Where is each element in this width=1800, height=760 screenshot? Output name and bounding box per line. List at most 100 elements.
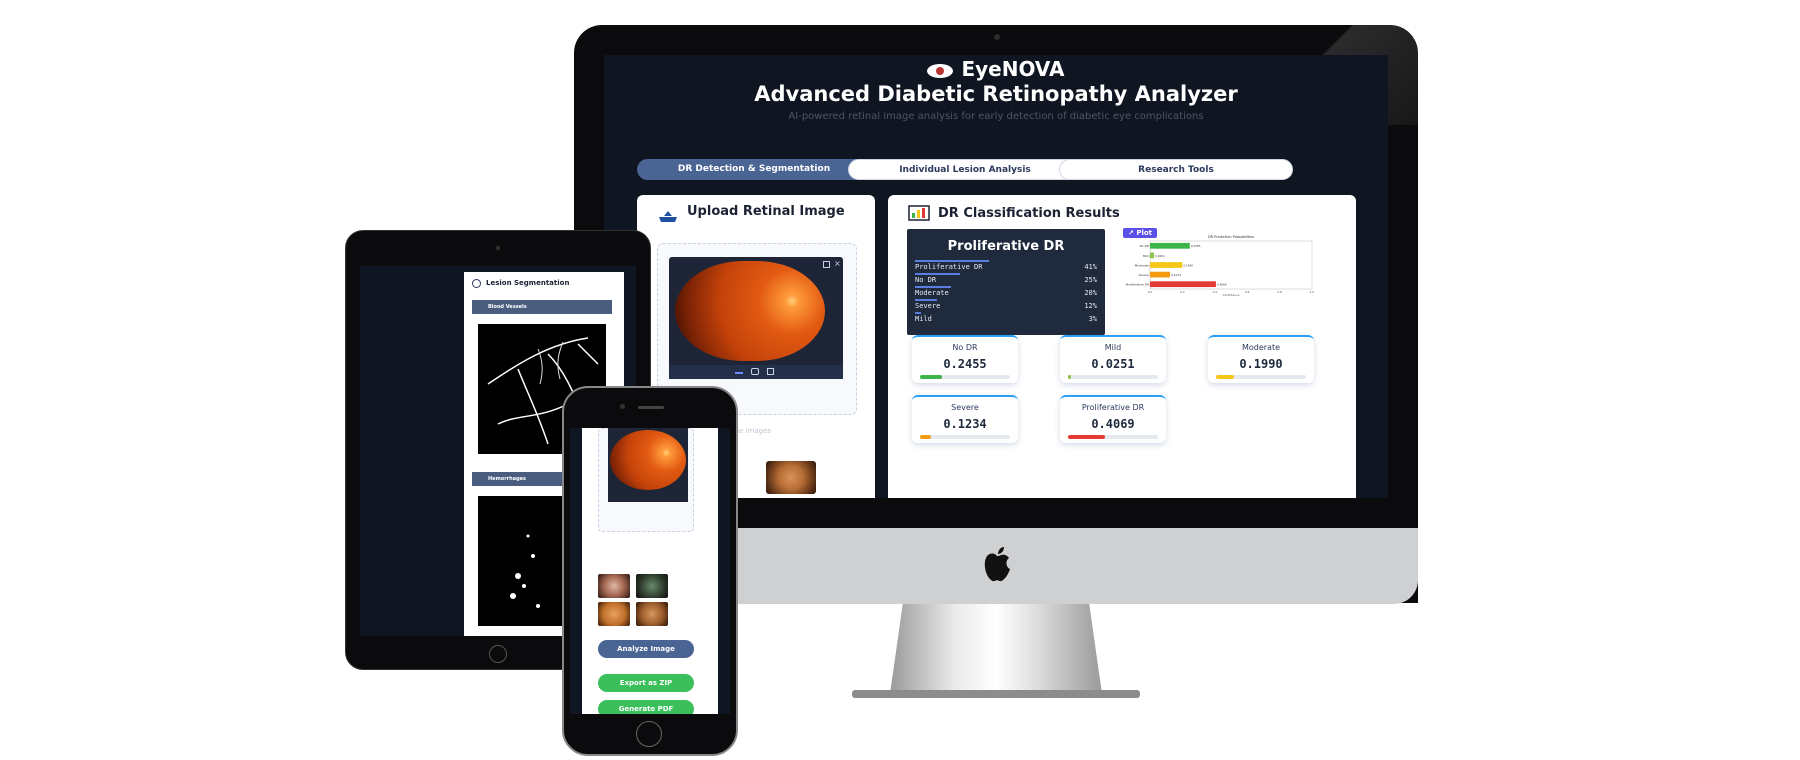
clipboard-icon[interactable] <box>767 368 774 375</box>
confidence-pct: 20% <box>1084 289 1097 297</box>
metric-label: Moderate <box>1241 343 1281 352</box>
metric-value: 0.1234 <box>943 417 987 431</box>
category-tick-label: No DR <box>1140 244 1149 248</box>
page-description: AI-powered retinal image analysis for ea… <box>788 111 1204 122</box>
tab-dr-detection[interactable]: DR Detection & Segmentation <box>637 159 871 180</box>
phone-retinal-preview <box>610 430 686 490</box>
confidence-pct: 25% <box>1084 276 1097 284</box>
imac-camera <box>994 34 1000 40</box>
export-zip-button[interactable]: Export as ZIP <box>598 674 694 692</box>
confidence-pct: 12% <box>1084 302 1097 310</box>
bar-value-label: 0.1234 <box>1171 273 1181 277</box>
prediction-label-box: Proliferative DR Proliferative DR 41% No… <box>907 229 1105 335</box>
analyze-image-button[interactable]: Analyze Image <box>598 640 694 658</box>
x-tick-label: 0.0 <box>1148 290 1153 294</box>
lesion-card-title: Lesion Segmentation <box>486 279 570 287</box>
image-toolbar <box>669 365 843 379</box>
chart-icon: ↗ <box>1128 229 1134 237</box>
x-tick-label: 0.2 <box>1180 290 1185 294</box>
confidence-label: Proliferative DR <box>915 263 983 271</box>
example-thumbnail[interactable] <box>636 574 668 598</box>
category-tick-label: Proliferative DR <box>1126 283 1149 287</box>
phone-screen: Analyze Image Export as ZIP Generate PDF <box>570 428 730 714</box>
chart-bar <box>1150 281 1216 288</box>
category-tick-label: Severe <box>1139 273 1150 277</box>
magnifier-icon <box>472 279 481 288</box>
confidence-bar <box>915 299 937 301</box>
chart-bar <box>1150 271 1170 278</box>
tablet-home-button <box>489 645 507 663</box>
x-tick-label: 0.4 <box>1213 290 1218 294</box>
predicted-class: Proliferative DR <box>947 239 1065 254</box>
metric-value: 0.0251 <box>1091 357 1135 371</box>
example-thumbnail[interactable] <box>598 602 630 626</box>
confidence-label: Moderate <box>915 289 949 297</box>
page-title: Advanced Diabetic Retinopathy Analyzer <box>754 82 1238 106</box>
metric-card-proliferative: Proliferative DR 0.4069 <box>1060 395 1166 443</box>
confidence-bar <box>915 286 951 288</box>
metric-fill <box>920 435 931 439</box>
imac-stand <box>890 604 1102 694</box>
bar-chart-icon <box>908 205 930 221</box>
close-icon[interactable]: × <box>834 259 841 268</box>
example-thumbnail[interactable] <box>766 461 816 494</box>
generate-pdf-button[interactable]: Generate PDF <box>598 700 694 714</box>
metric-card-severe: Severe 0.1234 <box>912 395 1018 443</box>
fullscreen-icon[interactable] <box>823 261 830 268</box>
chart-title: DR Prediction Probabilities <box>1208 235 1254 239</box>
confidence-label: Severe <box>915 302 941 310</box>
chart-bar <box>1150 262 1183 268</box>
category-tick-label: Mild <box>1143 254 1149 258</box>
phone-camera <box>620 404 625 409</box>
chart-bar <box>1150 252 1155 259</box>
metric-track <box>920 435 1010 439</box>
apple-logo-icon <box>984 547 1010 582</box>
category-tick-label: Moderate <box>1135 263 1149 267</box>
confidence-label: Mild <box>915 315 932 323</box>
section-header-blood-vessels[interactable]: Blood Vessels <box>472 300 612 314</box>
eye-icon <box>927 63 954 78</box>
metric-value: 0.1990 <box>1239 357 1283 371</box>
confidence-pct: 41% <box>1084 263 1097 271</box>
metric-value: 0.2455 <box>943 357 987 371</box>
results-title: DR Classification Results <box>938 206 1120 221</box>
app-name: EyeNOVA <box>961 57 1065 81</box>
metric-label: Proliferative DR <box>1081 403 1145 412</box>
metric-track <box>1068 375 1158 379</box>
metric-value: 0.4069 <box>1091 417 1135 431</box>
tablet-camera <box>496 246 500 250</box>
upload-icon[interactable] <box>735 368 743 374</box>
confidence-pct: 3% <box>1088 315 1097 323</box>
webcam-icon[interactable] <box>751 368 759 375</box>
results-card: DR Classification Results Proliferative … <box>888 195 1356 498</box>
bar-value-label: 0.0251 <box>1155 254 1165 258</box>
metric-card-mild: Mild 0.0251 <box>1060 335 1166 383</box>
plot-tag-label: Plot <box>1136 229 1152 237</box>
x-axis-label: Confidence <box>1223 293 1240 297</box>
metric-card-moderate: Moderate 0.1990 <box>1208 335 1314 383</box>
x-tick-label: 0.6 <box>1245 290 1250 294</box>
upload-tray-icon <box>659 211 677 222</box>
chart-bar <box>1150 242 1190 249</box>
example-thumbnail[interactable] <box>598 574 630 598</box>
example-thumbnail[interactable] <box>636 602 668 626</box>
bar-value-label: 0.2455 <box>1191 244 1201 248</box>
metric-fill <box>1068 375 1071 379</box>
phone-speaker <box>638 406 664 409</box>
app-title: EyeNOVA <box>604 57 1388 81</box>
retinal-image-preview <box>675 261 825 361</box>
metric-label: Mild <box>1104 343 1122 352</box>
plot-tag: ↗ Plot <box>1123 228 1157 238</box>
x-tick-label: 0.8 <box>1277 290 1282 294</box>
metric-fill <box>1216 375 1234 379</box>
probability-bar-chart: DR Prediction Probabilities Confidence No … <box>1126 235 1315 297</box>
metric-card-no-dr: No DR 0.2455 <box>912 335 1018 383</box>
metric-label: Severe <box>951 403 979 412</box>
metric-fill <box>1068 435 1105 439</box>
bar-value-label: 0.4069 <box>1217 283 1227 287</box>
bar-value-label: 0.1990 <box>1183 263 1193 267</box>
tab-research-tools[interactable]: Research Tools <box>1059 159 1293 180</box>
tab-lesion-analysis[interactable]: Individual Lesion Analysis <box>848 159 1082 180</box>
phone-home-button <box>636 721 662 747</box>
metric-fill <box>920 375 942 379</box>
